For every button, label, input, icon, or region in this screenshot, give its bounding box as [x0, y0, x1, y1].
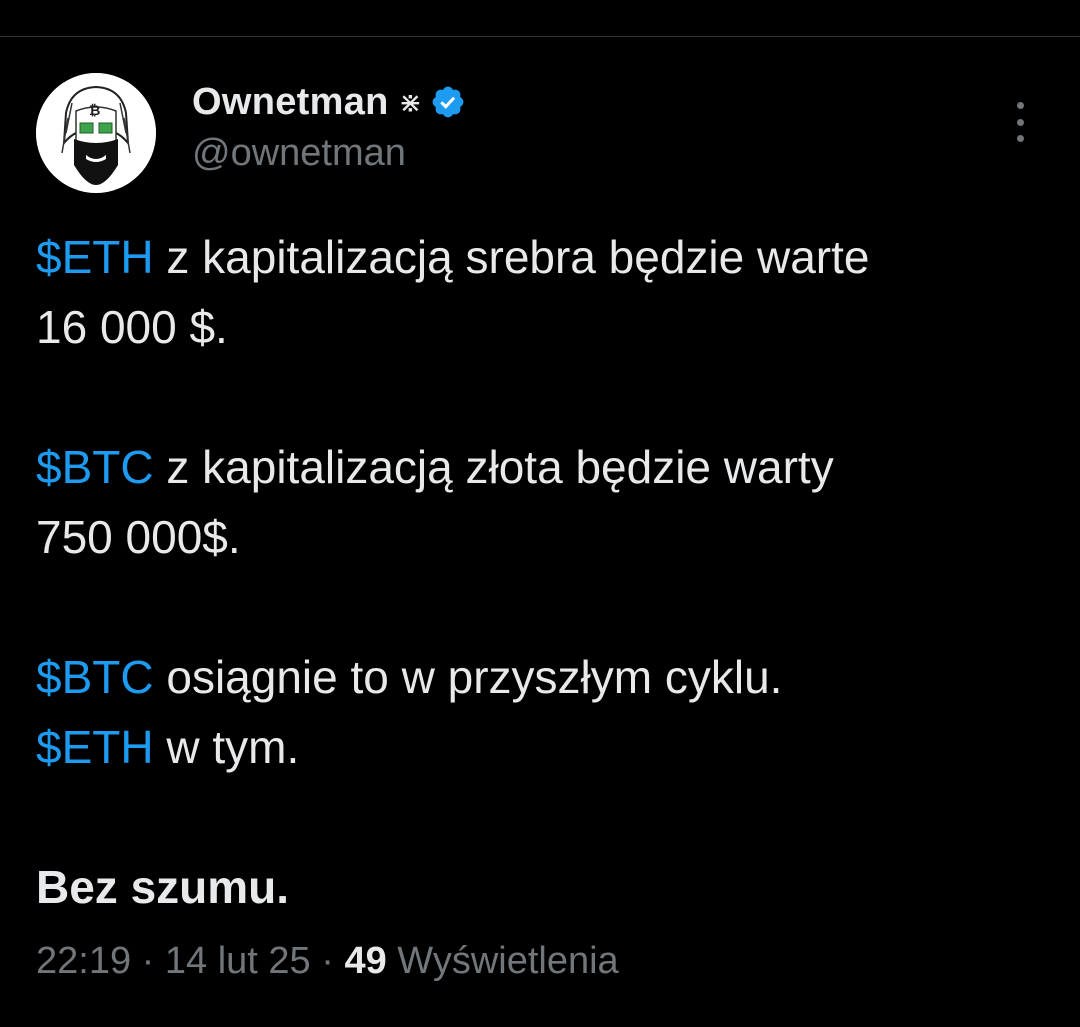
tweet-line: $BTC z kapitalizacją złota będzie warty: [36, 432, 1046, 502]
avatar[interactable]: ₿: [36, 73, 156, 193]
tweet-line-text: 750 000$.: [36, 511, 241, 563]
tweet-line-text: Bez szumu.: [36, 861, 290, 913]
more-options-icon: [1016, 135, 1024, 142]
cashtag-link[interactable]: $BTC: [36, 651, 154, 703]
cashtag-link[interactable]: $ETH: [36, 721, 154, 773]
tweet-line: $ETH w tym.: [36, 712, 1046, 782]
meta-separator: ·: [310, 940, 345, 982]
tweet-time[interactable]: 22:19: [36, 940, 131, 982]
more-options-icon: [1016, 118, 1024, 126]
tweet-date[interactable]: 14 lut 25: [165, 940, 311, 982]
tweet-author: Ownetman ⋇ @ownetman: [192, 76, 952, 175]
cashtag-link[interactable]: $BTC: [36, 441, 154, 493]
tweet-line-text: z kapitalizacją srebra będzie warte: [153, 231, 870, 283]
meta-separator: ·: [131, 940, 165, 982]
more-options-button[interactable]: [1003, 100, 1037, 144]
tweet-line: $ETH z kapitalizacją srebra będzie warte: [36, 222, 1046, 292]
tweet-line-text: w tym.: [153, 721, 300, 773]
avatar-image: ₿: [36, 73, 156, 193]
views-label: Wyświetlenia: [386, 940, 619, 982]
tweet-line-text: osiągnie to w przyszłym cyklu.: [153, 651, 783, 703]
name-row: Ownetman ⋇: [192, 76, 952, 128]
tweet-line: 750 000$.: [36, 502, 1046, 572]
handle[interactable]: @ownetman: [192, 132, 952, 175]
more-options-icon: [1016, 102, 1024, 109]
tweet-meta: 22:19 · 14 lut 25 · 49 Wyświetlenia: [36, 940, 619, 983]
top-divider: [0, 36, 1080, 37]
tweet-line-text: z kapitalizacją złota będzie warty: [153, 441, 834, 493]
svg-text:₿: ₿: [89, 103, 100, 119]
tweet-line-text: 16 000 $.: [36, 301, 228, 353]
tweet-line: $BTC osiągnie to w przyszłym cyklu.: [36, 642, 1046, 712]
views-count[interactable]: 49: [344, 940, 386, 982]
tweet-line: Bez szumu.: [36, 852, 1046, 922]
cashtag-link[interactable]: $ETH: [36, 231, 154, 283]
name-glyph: ⋇: [398, 85, 423, 119]
display-name[interactable]: Ownetman: [192, 81, 389, 124]
tweet-line: 16 000 $.: [36, 292, 1046, 362]
tweet-text: $ETH z kapitalizacją srebra będzie warte…: [36, 222, 1046, 922]
verified-badge-icon[interactable]: [430, 84, 466, 120]
